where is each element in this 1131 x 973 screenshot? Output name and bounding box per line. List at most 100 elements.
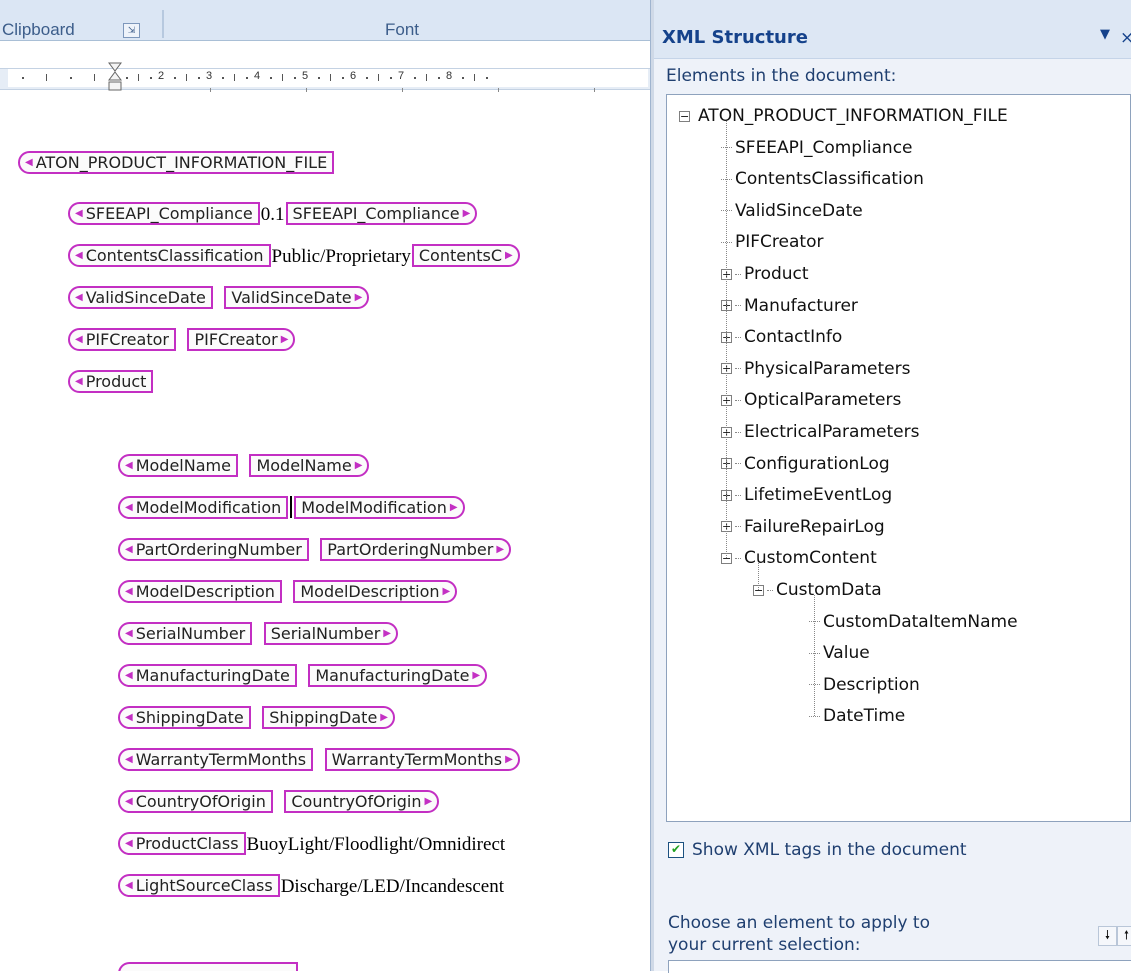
xml-open-tag[interactable]: ◀ ContentsClassification bbox=[68, 243, 271, 267]
pane-menu-dropdown-icon[interactable]: ▼ bbox=[1100, 27, 1110, 42]
xml-close-tag[interactable]: ShippingDate ▶ bbox=[262, 705, 395, 729]
element-value[interactable]: Discharge/LED/Incandescent bbox=[280, 876, 505, 898]
show-tags-option[interactable]: ✔ Show XML tags in the document bbox=[668, 840, 967, 860]
xml-open-tag[interactable]: ◀ SFEEAPI_Compliance bbox=[68, 201, 260, 225]
element-value[interactable]: 0.1 bbox=[260, 204, 286, 226]
tree-node[interactable]: − CustomData bbox=[753, 577, 882, 603]
tree-node[interactable]: DateTime bbox=[809, 703, 905, 729]
element-value[interactable] bbox=[309, 540, 321, 562]
tree-node[interactable]: + ElectricalParameters bbox=[721, 419, 919, 445]
elements-tree[interactable]: − ATON_PRODUCT_INFORMATION_FILE SFEEAPI_Co… bbox=[666, 94, 1131, 822]
horizontal-ruler[interactable]: 2 3 4 5 6 7 8 bbox=[0, 60, 650, 96]
element-value[interactable] bbox=[238, 456, 250, 478]
xml-element-line[interactable]: ◀ ModelDescription ModelDescription ▶ bbox=[118, 576, 458, 606]
xml-close-tag[interactable]: ModelDescription ▶ bbox=[293, 579, 458, 603]
tree-node[interactable]: PIFCreator bbox=[721, 229, 823, 255]
xml-element-line[interactable]: ◀ ShippingDate ShippingDate ▶ bbox=[118, 702, 395, 732]
element-value[interactable] bbox=[251, 708, 263, 730]
xml-close-tag[interactable]: SFEEAPI_Compliance ▶ bbox=[285, 201, 478, 225]
tree-node[interactable]: − CustomContent bbox=[721, 545, 877, 571]
tree-node[interactable]: + OpticalParameters bbox=[721, 387, 901, 413]
xml-element-line[interactable]: ◀ CountryOfOrigin CountryOfOrigin ▶ bbox=[118, 786, 440, 816]
xml-element-line[interactable]: ◀ PIFCreator PIFCreator ▶ bbox=[68, 324, 296, 354]
xml-element-line[interactable]: ◀ ValidSinceDate ValidSinceDate ▶ bbox=[68, 282, 370, 312]
element-value[interactable] bbox=[176, 330, 188, 352]
xml-element-line[interactable]: ◀ ProductClass BuoyLight/Floodlight/Omnidi… bbox=[118, 828, 506, 858]
xml-open-tag[interactable]: ◀ WarrantyTermMonths bbox=[118, 747, 314, 771]
xml-open-tag[interactable]: ◀ LightSourceClass bbox=[118, 873, 280, 897]
element-value[interactable] bbox=[213, 288, 225, 310]
document-body[interactable]: ◀ ATON_PRODUCT_INFORMATION_FILE ◀ SFEEAPI_C… bbox=[0, 100, 650, 971]
xml-open-tag[interactable]: ◀ ShippingDate bbox=[118, 705, 251, 729]
tree-node[interactable]: CustomDataItemName bbox=[809, 609, 1018, 635]
move-down-icon[interactable]: 🠗 bbox=[1098, 926, 1117, 946]
xml-element-line[interactable]: ◀ LightSourceClass Discharge/LED/Incandesc… bbox=[118, 870, 505, 900]
show-tags-checkbox[interactable]: ✔ bbox=[668, 842, 684, 858]
xml-open-tag[interactable] bbox=[118, 961, 298, 971]
xml-close-tag[interactable]: SerialNumber ▶ bbox=[263, 621, 398, 645]
xml-close-tag[interactable]: PIFCreator ▶ bbox=[187, 327, 296, 351]
xml-open-tag[interactable]: ◀ ModelModification bbox=[118, 495, 289, 519]
tree-node[interactable]: + Product bbox=[721, 261, 809, 287]
xml-open-tag[interactable]: ◀ Product bbox=[68, 369, 154, 393]
clipboard-launcher-icon[interactable]: ⇲ bbox=[123, 23, 140, 38]
xml-structure-pane: XML Structure ▼ × Elements in the docume… bbox=[654, 0, 1131, 973]
xml-open-tag[interactable]: ◀ ModelDescription bbox=[118, 579, 282, 603]
xml-open-tag[interactable]: ◀ SerialNumber bbox=[118, 621, 253, 645]
xml-root-line[interactable]: ◀ ATON_PRODUCT_INFORMATION_FILE bbox=[18, 147, 335, 177]
element-value[interactable] bbox=[252, 624, 264, 646]
xml-element-line[interactable]: ◀ SFEEAPI_Compliance 0.1 SFEEAPI_Compliance… bbox=[68, 198, 478, 228]
xml-open-tag[interactable]: ◀ ATON_PRODUCT_INFORMATION_FILE bbox=[18, 150, 335, 174]
xml-open-tag[interactable]: ◀ ModelName bbox=[118, 453, 238, 477]
indent-marker-icon[interactable] bbox=[108, 62, 122, 92]
xml-close-tag[interactable]: ModelModification ▶ bbox=[294, 495, 465, 519]
xml-close-tag[interactable]: PartOrderingNumber ▶ bbox=[320, 537, 512, 561]
element-value[interactable]: Public/Proprietary bbox=[271, 246, 412, 268]
xml-close-tag[interactable]: ValidSinceDate ▶ bbox=[224, 285, 370, 309]
tree-node[interactable]: Description bbox=[809, 672, 920, 698]
xml-open-tag[interactable]: ◀ CountryOfOrigin bbox=[118, 789, 273, 813]
tree-node[interactable]: SFEEAPI_Compliance bbox=[721, 135, 913, 161]
tree-node[interactable]: + ContactInfo bbox=[721, 324, 842, 350]
tree-node[interactable]: ContentsClassification bbox=[721, 166, 924, 192]
tree-node-label: CustomData bbox=[776, 580, 882, 600]
tree-node[interactable]: Value bbox=[809, 640, 870, 666]
element-value[interactable] bbox=[273, 792, 285, 814]
move-up-icon[interactable]: 🠕 bbox=[1117, 926, 1131, 946]
xml-element-line[interactable]: ◀ ModelModification ModelModification ▶ bbox=[118, 492, 465, 522]
xml-close-tag[interactable]: ContentsC ▶ bbox=[411, 243, 520, 267]
element-value[interactable] bbox=[313, 750, 325, 772]
tree-node[interactable]: + Manufacturer bbox=[721, 293, 858, 319]
xml-element-line[interactable]: ◀ Product bbox=[68, 366, 165, 396]
tag-start-arrow-icon: ◀ bbox=[75, 333, 83, 345]
close-icon[interactable]: × bbox=[1120, 28, 1131, 48]
xml-close-tag[interactable]: CountryOfOrigin ▶ bbox=[284, 789, 440, 813]
xml-close-tag[interactable]: WarrantyTermMonths ▶ bbox=[324, 747, 520, 771]
xml-element-line[interactable]: ◀ ManufacturingDate ManufacturingDate ▶ bbox=[118, 660, 488, 690]
element-value[interactable] bbox=[153, 372, 165, 394]
tree-root-node[interactable]: − ATON_PRODUCT_INFORMATION_FILE bbox=[679, 103, 1008, 129]
xml-open-tag[interactable]: ◀ ProductClass bbox=[118, 831, 246, 855]
xml-element-line[interactable]: ◀ ModelName ModelName ▶ bbox=[118, 450, 370, 480]
tree-node[interactable]: ValidSinceDate bbox=[721, 198, 863, 224]
xml-element-line[interactable]: ◀ SerialNumber SerialNumber ▶ bbox=[118, 618, 398, 648]
xml-open-tag[interactable]: ◀ PIFCreator bbox=[68, 327, 176, 351]
collapse-icon[interactable]: − bbox=[679, 110, 690, 122]
element-value[interactable] bbox=[282, 582, 294, 604]
xml-open-tag[interactable]: ◀ ValidSinceDate bbox=[68, 285, 213, 309]
xml-element-line-partial[interactable] bbox=[118, 958, 298, 971]
xml-element-line[interactable]: ◀ ContentsClassification Public/Proprietar… bbox=[68, 240, 520, 270]
xml-open-tag[interactable]: ◀ ManufacturingDate bbox=[118, 663, 297, 687]
tree-node[interactable]: + FailureRepairLog bbox=[721, 514, 885, 540]
xml-close-tag[interactable]: ManufacturingDate ▶ bbox=[308, 663, 488, 687]
xml-open-tag[interactable]: ◀ PartOrderingNumber bbox=[118, 537, 309, 561]
tree-node[interactable]: + ConfigurationLog bbox=[721, 451, 890, 477]
element-list-box[interactable] bbox=[668, 960, 1131, 973]
element-value[interactable]: BuoyLight/Floodlight/Omnidirect bbox=[246, 834, 507, 856]
xml-element-line[interactable]: ◀ PartOrderingNumber PartOrderingNumber ▶ bbox=[118, 534, 512, 564]
xml-element-line[interactable]: ◀ WarrantyTermMonths WarrantyTermMonths ▶ bbox=[118, 744, 520, 774]
xml-close-tag[interactable]: ModelName ▶ bbox=[249, 453, 370, 477]
tree-node[interactable]: + LifetimeEventLog bbox=[721, 482, 892, 508]
tree-node[interactable]: + PhysicalParameters bbox=[721, 356, 910, 382]
element-value[interactable] bbox=[297, 666, 309, 688]
